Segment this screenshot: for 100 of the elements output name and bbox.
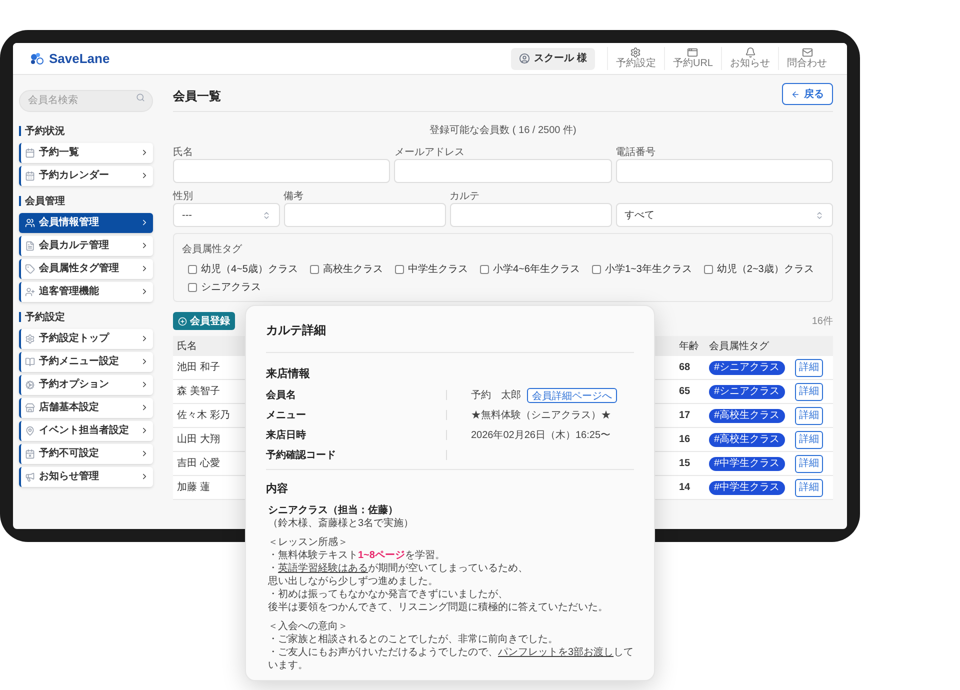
sidebar-item[interactable]: 予約カレンダー — [19, 166, 153, 186]
field-label: 予約確認コード — [266, 448, 337, 462]
table-cell-text: 佐々木 彩乃 — [177, 408, 231, 423]
note-text: ・ご友人にもお声がけいただけるようでしたので、パンフレットを3部お渡し しています。 — [268, 646, 634, 672]
sidebar-item[interactable]: 会員カルテ管理 — [19, 236, 153, 256]
header-action[interactable]: お知らせ — [721, 47, 778, 70]
input-field[interactable] — [394, 159, 612, 183]
member-detail-link-button[interactable]: 会員詳細ページへ — [527, 388, 617, 402]
detail-button[interactable]: 詳細 — [795, 454, 823, 472]
note-text: 思い出しながら少しずつ進めました。 — [268, 575, 439, 588]
menu-icon — [25, 356, 35, 366]
menu-icon — [25, 472, 35, 482]
input-field[interactable] — [173, 159, 390, 183]
column-header: 会員属性タグ — [709, 340, 770, 354]
sidebar-item[interactable]: 予約メニュー設定 — [19, 352, 153, 372]
checkbox[interactable] — [188, 265, 197, 274]
input-field[interactable] — [450, 203, 612, 227]
detail-button[interactable]: 詳細 — [795, 478, 823, 496]
sidebar-item[interactable]: お知らせ管理 — [19, 466, 153, 486]
chevron-icon — [140, 449, 149, 458]
chevron-icon — [140, 403, 149, 412]
input-field[interactable] — [616, 159, 833, 183]
menu-icon — [25, 218, 35, 228]
search-icon — [136, 93, 145, 102]
header-action[interactable]: 予約設定 — [606, 47, 664, 70]
field-label: 氏名 — [173, 147, 193, 158]
checkbox[interactable] — [394, 265, 404, 274]
menu-icon — [25, 240, 35, 250]
sidebar-item[interactable]: 追客管理機能 — [19, 282, 153, 302]
note-text: 後半は要領をつかんできて、リスニング問題に積極的に答えていただいた。 — [268, 601, 609, 614]
table-cell-text: 15 — [679, 457, 692, 471]
chevron-icon — [140, 334, 149, 343]
field-value: 2026年02月26日（木）16:25〜 — [471, 428, 611, 442]
sidebar-item[interactable]: 予約オプション — [19, 374, 153, 394]
sidebar-item[interactable]: 会員属性タグ管理 — [19, 258, 153, 278]
checkbox-label: 高校生クラス — [322, 262, 383, 277]
checkbox[interactable] — [704, 265, 713, 274]
sidebar-item[interactable]: 店舗基本設定 — [19, 398, 153, 418]
chevron-icon — [140, 264, 149, 273]
menu-icon — [25, 402, 35, 412]
tag-filter-legend: 会員属性タグ — [182, 244, 242, 255]
checkbox-label: 小学1~3年生クラス — [604, 262, 692, 277]
menu-icon — [25, 448, 35, 458]
note-text: ＜レッスン所感＞ — [268, 536, 349, 549]
user-icon — [519, 53, 530, 64]
header-action[interactable]: 予約URL — [664, 47, 721, 70]
back-button[interactable]: 戻る — [782, 83, 833, 105]
select-field[interactable]: --- — [173, 203, 280, 227]
section-title: 予約設定 — [25, 310, 65, 324]
page-title: 会員一覧 — [173, 88, 221, 105]
detail-button[interactable]: 詳細 — [795, 406, 823, 424]
menu-icon — [25, 380, 35, 390]
field-label: 電話番号 — [616, 147, 656, 158]
field-label: カルテ — [450, 191, 480, 202]
menu-icon — [25, 264, 35, 274]
select-field[interactable]: すべて — [616, 203, 833, 227]
sidebar-item[interactable]: 会員情報管理 — [19, 212, 153, 232]
checkbox[interactable] — [310, 265, 319, 274]
header-action[interactable]: 問合わせ — [778, 47, 835, 70]
sidebar-item[interactable]: イベント担当者設定 — [19, 420, 153, 440]
detail-button[interactable]: 詳細 — [795, 430, 823, 448]
tag-badge: #高校生クラス — [709, 432, 785, 446]
note-text: （鈴木様、斎藤様と3名で実施） — [268, 517, 415, 530]
sidebar-item[interactable]: 予約不可設定 — [19, 444, 153, 464]
checkbox[interactable] — [592, 265, 601, 274]
checkbox[interactable] — [188, 283, 197, 292]
table-cell-text: 森 美智子 — [177, 384, 221, 399]
detail-button[interactable]: 詳細 — [795, 358, 823, 376]
section-title: 予約状況 — [25, 124, 65, 138]
user-badge[interactable]: スクール 様 — [511, 48, 595, 70]
note-text: ＜入会への意向＞ — [268, 620, 349, 633]
chevron-icon — [140, 218, 149, 227]
register-button[interactable]: 会員登録 — [173, 312, 235, 330]
detail-button[interactable]: 詳細 — [795, 382, 823, 400]
header-action-icon — [744, 47, 756, 58]
header-action-icon — [687, 47, 698, 58]
field-label: メニュー — [266, 408, 307, 422]
note-text: ・無料体験テキスト 1~8ページを学習。 — [268, 549, 446, 562]
table-cell-text: 池田 和子 — [177, 360, 221, 375]
section-heading: 来店情報 — [266, 368, 310, 380]
note-text: シニアクラス（担当：佐藤） — [268, 504, 399, 517]
checkbox-label: 幼児（2~3歳）クラス — [716, 262, 814, 277]
sidebar-item[interactable]: 予約設定トップ — [19, 328, 153, 348]
menu-icon — [25, 334, 35, 344]
tag-badge: #中学生クラス — [709, 456, 785, 470]
arrow-left-icon — [791, 90, 800, 98]
search-field[interactable]: 会員名検索 — [19, 90, 153, 112]
select-arrows-icon — [262, 210, 271, 220]
input-field[interactable] — [284, 203, 446, 227]
table-cell-text: 68 — [679, 361, 692, 375]
note-text: ・英語学習経験はあるが期間が空いてしまっているため、 — [268, 562, 529, 575]
select-arrows-icon — [814, 210, 824, 220]
section-title: 会員管理 — [25, 194, 65, 208]
checkbox[interactable] — [480, 265, 489, 274]
chevron-icon — [140, 171, 149, 180]
brand-logo-text: SaveLane — [49, 50, 110, 68]
note-text: ・ご家族と相談されるとのことでしたが、非常に前向きでした。 — [268, 633, 559, 646]
table-cell-text: 65 — [679, 385, 692, 399]
sidebar-item[interactable]: 予約一覧 — [19, 142, 153, 162]
checkbox-label: シニアクラス — [201, 281, 261, 295]
